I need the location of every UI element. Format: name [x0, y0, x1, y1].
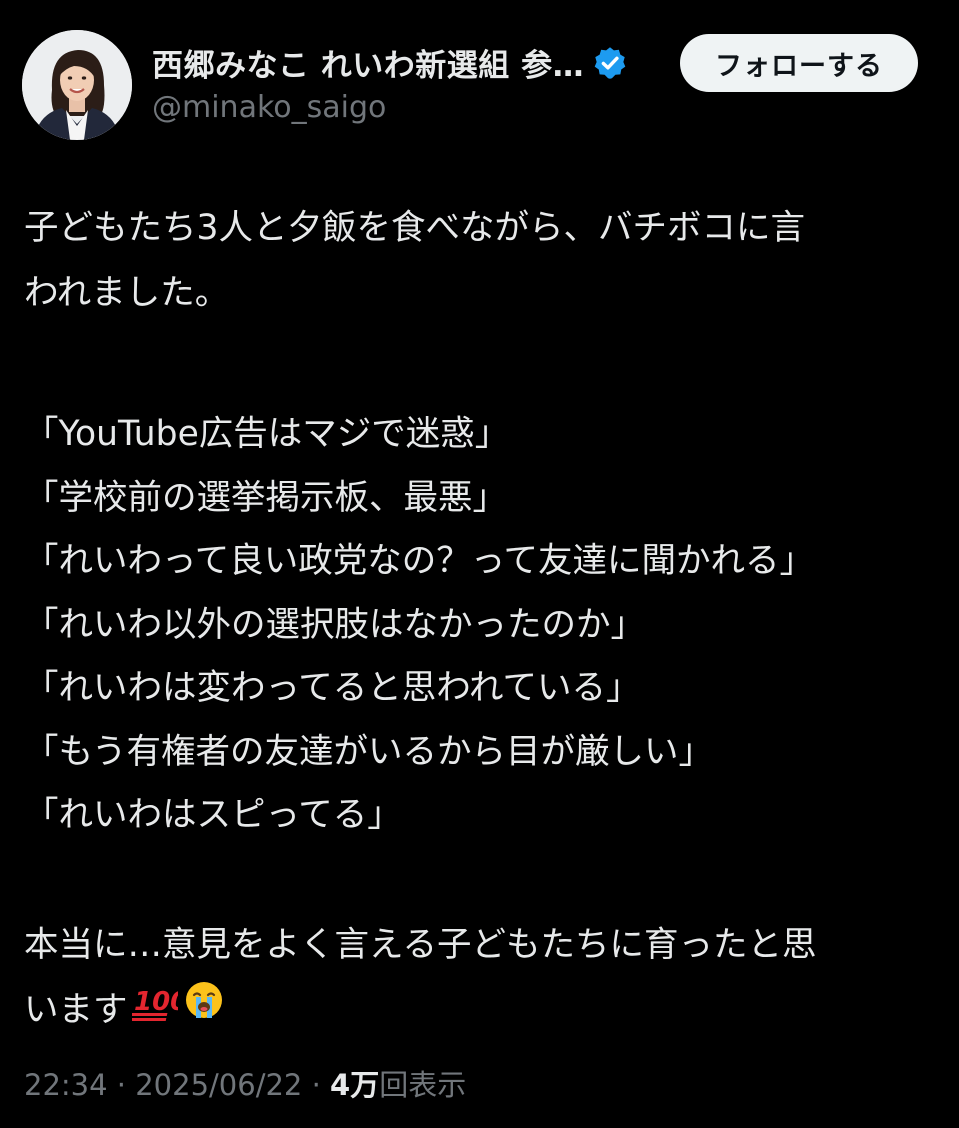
svg-text:100: 100 — [134, 987, 178, 1017]
quote-line: 「もう有権者の友達がいるから目が厳しい」 — [24, 731, 713, 772]
tweet-text-line: 本当に…意見をよく言える子どもたちに育ったと思 — [24, 924, 817, 965]
closing-text: います — [24, 989, 128, 1030]
hundred-points-icon: 100 — [127, 979, 188, 1044]
loudly-crying-face-icon — [182, 978, 226, 1044]
quote-line: 「YouTube広告はマジで迷惑」 — [24, 414, 510, 454]
follow-button[interactable]: フォローする — [680, 34, 918, 92]
tweet-text-line: われました。 — [24, 273, 230, 313]
avatar[interactable] — [22, 30, 132, 140]
closing-paragraph: 本当に…意見をよく言える子どもたちに育ったと思 います 100 — [24, 913, 939, 1045]
tweet-date[interactable]: 2025/06/22 — [135, 1068, 302, 1102]
tweet-header: 西郷みなこ れいわ新選組 参… @minako_saigo フォローする — [0, 0, 959, 150]
quote-line: 「れいわは変わってると思われている」 — [24, 668, 641, 708]
quote-line: 「学校前の選挙掲示板、最悪」 — [24, 477, 507, 518]
quote-line: 「れいわって良い政党なの？って友達に聞かれる」 — [24, 541, 815, 581]
verified-badge-icon — [592, 45, 628, 81]
quote-line: 「れいわはスピってる」 — [24, 795, 402, 835]
profile-photo-icon — [22, 30, 132, 140]
tweet-text-line: 子どもたち3人と夕飯を食べながら、バチボコに言 — [24, 208, 805, 248]
author-display-name[interactable]: 西郷みなこ れいわ新選組 参… — [152, 40, 584, 85]
tweet-text: 子どもたち3人と夕飯を食べながら、バチボコに言 われました。 「YouTube広… — [24, 196, 939, 1044]
tweet-meta: 22:34 · 2025/06/22 · 4万回表示 — [24, 1062, 466, 1104]
tweet-text-line: います 100 — [24, 978, 939, 1045]
meta-separator: · — [311, 1068, 321, 1102]
quote-line: 「れいわ以外の選択肢はなかったのか」 — [24, 604, 645, 645]
meta-separator: · — [116, 1068, 127, 1102]
quote-list: 「YouTube広告はマジで迷惑」 「学校前の選挙掲示板、最悪」 「れいわって良… — [24, 403, 939, 848]
author-handle[interactable]: @minako_saigo — [152, 90, 386, 125]
views-count[interactable]: 4万 — [330, 1068, 379, 1102]
author-name-row: 西郷みなこ れいわ新選組 参… — [152, 40, 628, 85]
views-label: 回表示 — [379, 1068, 467, 1102]
tweet-time[interactable]: 22:34 — [24, 1068, 108, 1102]
